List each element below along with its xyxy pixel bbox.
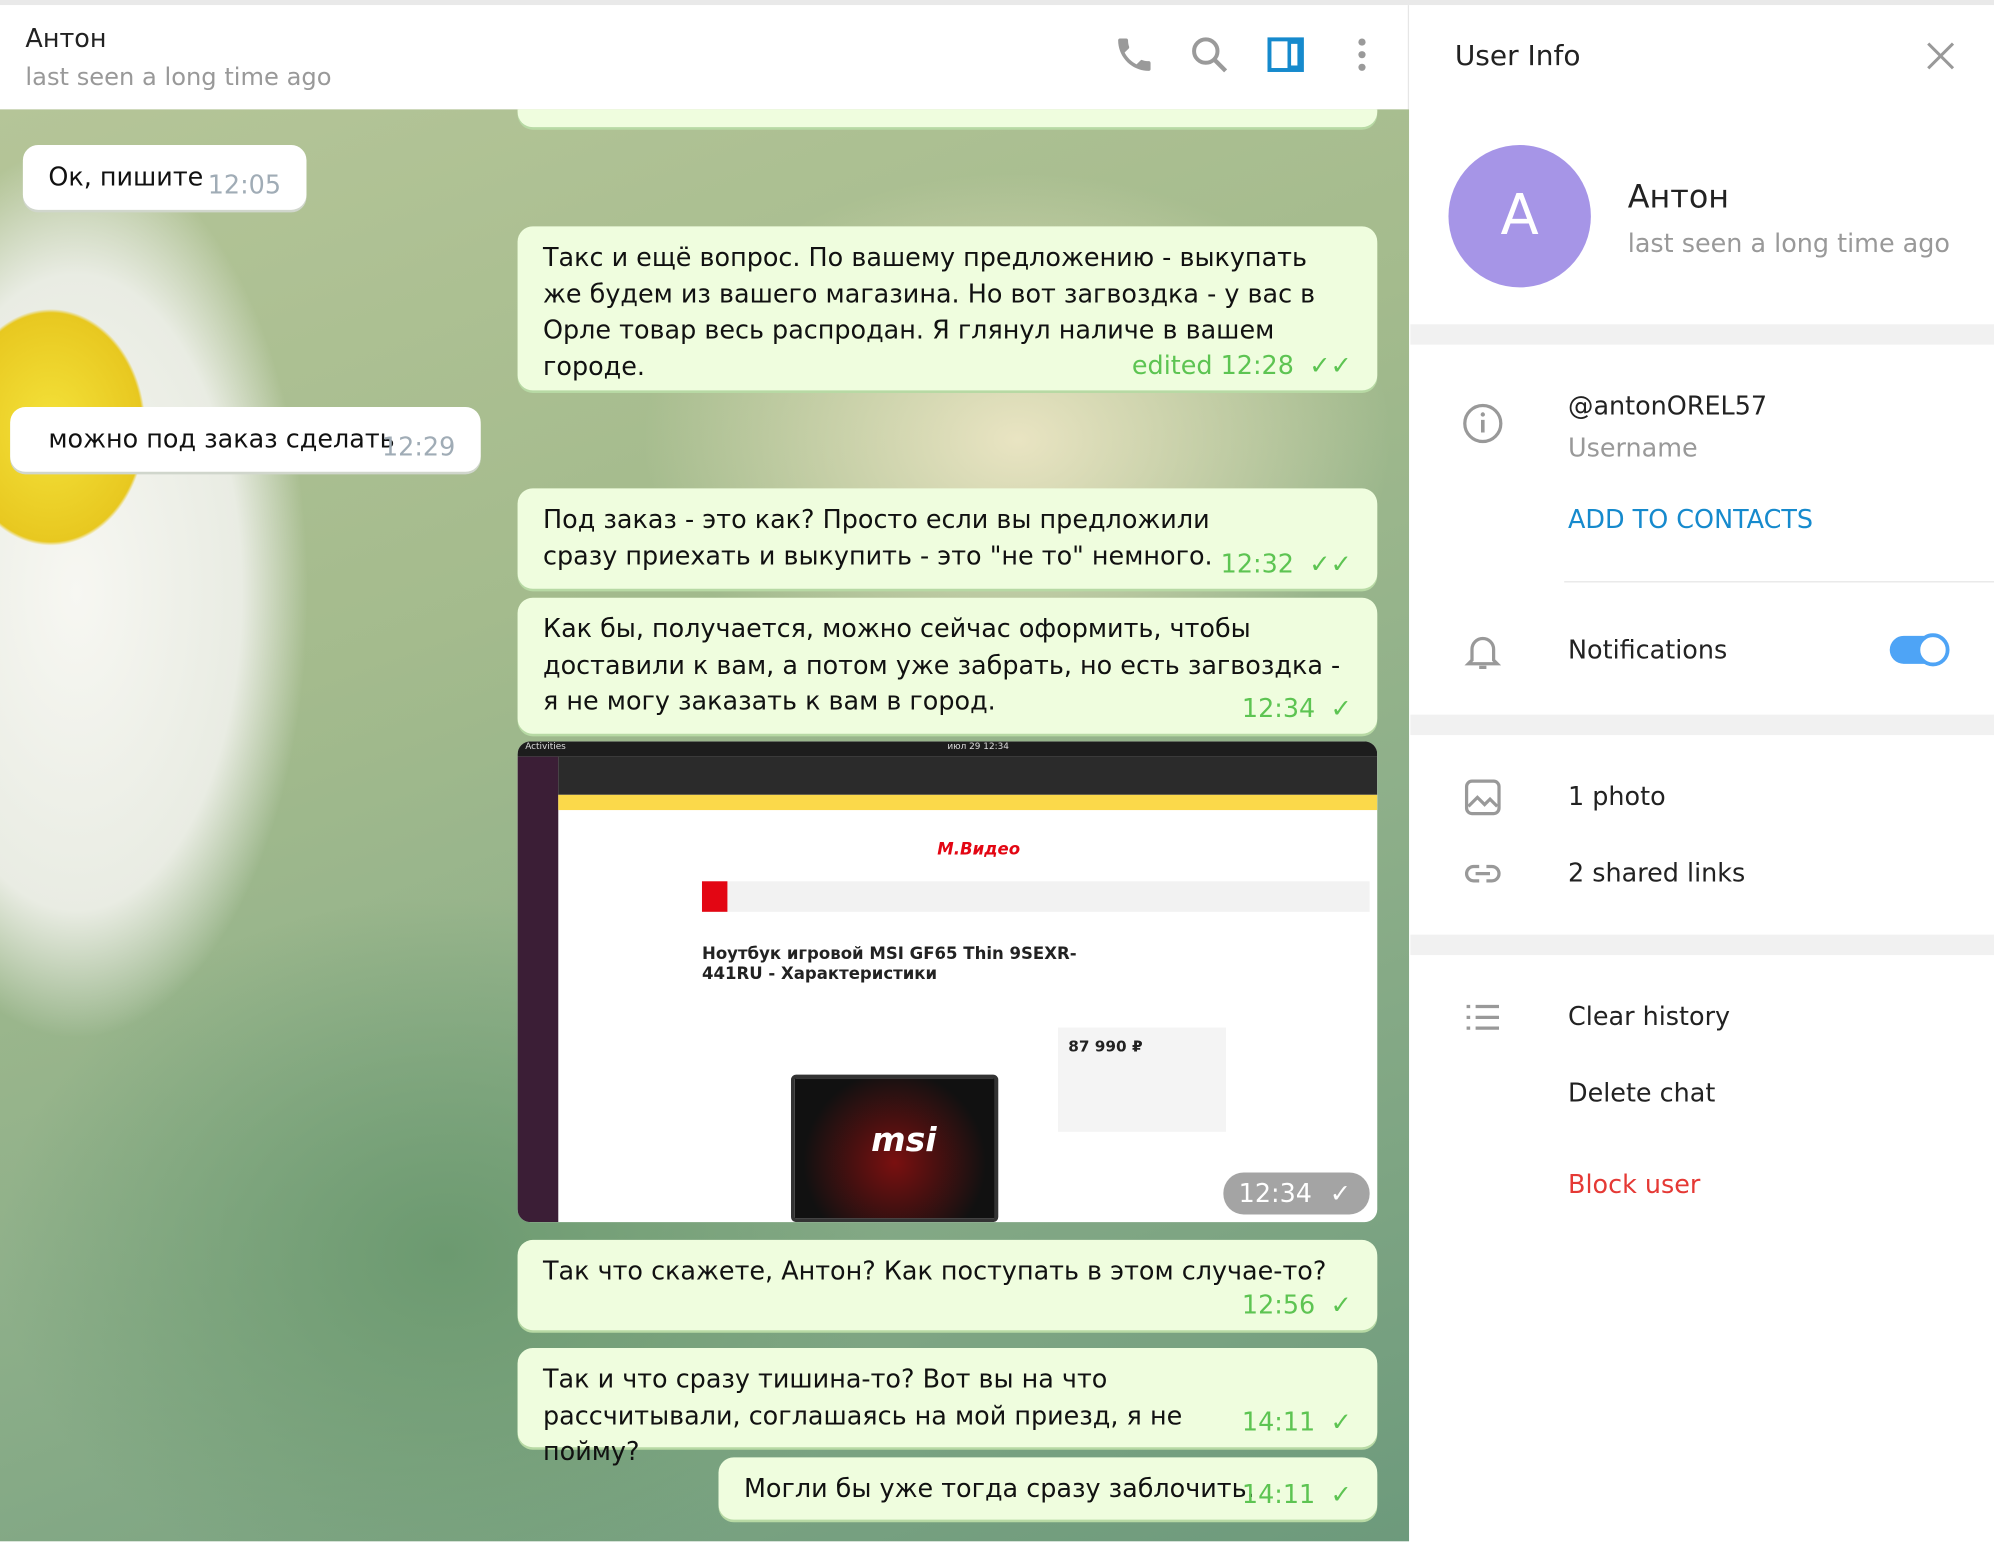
photo-icon <box>1464 779 1501 816</box>
message-time: 12:05 <box>207 168 282 200</box>
photo-menu <box>701 881 1370 912</box>
shared-links[interactable]: 2 shared links <box>1568 857 1745 888</box>
chat-title[interactable]: Антон <box>25 23 106 54</box>
message-partial <box>517 109 1378 128</box>
message-outgoing[interactable]: Могли бы уже тогда сразу заблочить. 14:1… <box>718 1457 1378 1520</box>
photo-browser-bar <box>558 756 1378 795</box>
message-text: Ок, пишите <box>48 161 204 193</box>
shared-photos[interactable]: 1 photo <box>1568 781 1666 812</box>
photo-dock <box>517 756 559 1223</box>
more-vertical-icon[interactable] <box>1340 33 1383 76</box>
message-text: Так и что сразу тишина-то? Вот вы на что… <box>543 1363 1183 1467</box>
check-icon: ✓ <box>1330 692 1352 723</box>
message-time: 14:11 <box>1241 1405 1316 1437</box>
photo-site-logo: М.Видео <box>937 840 1021 860</box>
message-outgoing[interactable]: Так что скажете, Антон? Как поступать в … <box>517 1239 1378 1331</box>
message-time: edited 12:28 <box>1131 349 1294 380</box>
add-to-contacts-button[interactable]: ADD TO CONTACTS <box>1568 504 1813 535</box>
message-outgoing[interactable]: Под заказ - это как? Просто если вы пред… <box>517 488 1378 589</box>
notifications-toggle[interactable] <box>1889 633 1950 667</box>
message-time: 14:11 <box>1241 1478 1316 1509</box>
username-label: Username <box>1568 432 1698 463</box>
divider <box>1410 714 1994 736</box>
info-icon <box>1463 403 1503 444</box>
link-icon <box>1465 864 1501 883</box>
delete-chat-button[interactable]: Delete chat <box>1568 1077 1715 1108</box>
message-time: 12:34 <box>1241 692 1316 723</box>
message-outgoing[interactable]: Так и что сразу тишина-то? Вот вы на что… <box>517 1348 1378 1466</box>
divider <box>1410 934 1994 956</box>
close-icon[interactable] <box>1924 39 1957 72</box>
message-text: Так что скажете, Антон? Как поступать в … <box>543 1255 1327 1286</box>
phone-icon[interactable] <box>1113 33 1156 76</box>
photo-topbar: Activities июл 29 12:34 <box>517 741 1378 757</box>
message-outgoing[interactable]: Такс и ещё вопрос. По вашему предложению… <box>517 226 1378 391</box>
clear-history-button[interactable]: Clear history <box>1568 1001 1730 1032</box>
search-icon[interactable] <box>1188 33 1231 76</box>
double-check-icon: ✓✓ <box>1309 349 1352 380</box>
message-time: 12:29 <box>381 430 456 461</box>
sidebar-toggle-icon[interactable] <box>1264 33 1307 76</box>
chat-header[interactable]: Антон last seen a long time ago <box>0 5 1410 110</box>
divider <box>1410 324 1994 345</box>
bell-icon <box>1464 636 1502 669</box>
user-info-panel: User Info А Антон last seen a long time … <box>1410 5 1994 1552</box>
photo-message[interactable]: Activities июл 29 12:34 М.Видео Ноутбук и… <box>517 741 1378 1223</box>
photo-laptop: msi <box>790 1074 999 1223</box>
chat-status: last seen a long time ago <box>25 63 332 92</box>
double-check-icon: ✓✓ <box>1309 547 1352 578</box>
photo-price: 87 990 ₽ <box>1058 1027 1226 1132</box>
message-outgoing[interactable]: Как бы, получается, можно сейчас оформит… <box>517 597 1378 734</box>
block-user-button[interactable]: Block user <box>1568 1169 1700 1200</box>
check-icon: ✓ <box>1330 1478 1352 1509</box>
message-text: Могли бы уже тогда сразу заблочить. <box>743 1472 1255 1504</box>
avatar[interactable]: А <box>1448 144 1591 288</box>
message-time: 12:56 <box>1241 1288 1316 1320</box>
check-icon: ✓ <box>1330 1288 1352 1320</box>
message-incoming[interactable]: Ок, пишите 12:05 <box>22 144 307 210</box>
user-status: last seen a long time ago <box>1627 227 1950 259</box>
photo-yandex-bar <box>558 794 1378 811</box>
message-text: можно под заказ сделать <box>48 423 395 454</box>
list-icon <box>1466 1004 1500 1030</box>
check-icon: ✓ <box>1330 1405 1352 1437</box>
chat-history[interactable]: Ок, пишите 12:05 Такс и ещё вопрос. По в… <box>0 109 1410 1542</box>
photo-time-badge: 12:34 ✓ <box>1223 1172 1370 1215</box>
panel-title: User Info <box>1454 40 1581 73</box>
message-incoming[interactable]: можно под заказ сделать 12:29 <box>10 406 481 472</box>
notifications-label: Notifications <box>1568 634 1728 666</box>
photo-product-title: Ноутбук игровой MSI GF65 Thin 9SEXR-441R… <box>701 944 1077 985</box>
divider <box>1564 581 1994 583</box>
message-text: Как бы, получается, можно сейчас оформит… <box>543 612 1341 716</box>
message-time: 12:32 <box>1220 547 1294 578</box>
user-name: Антон <box>1627 178 1730 215</box>
message-text: Под заказ - это как? Просто если вы пред… <box>543 503 1213 571</box>
username[interactable]: @antonOREL57 <box>1568 390 1767 421</box>
